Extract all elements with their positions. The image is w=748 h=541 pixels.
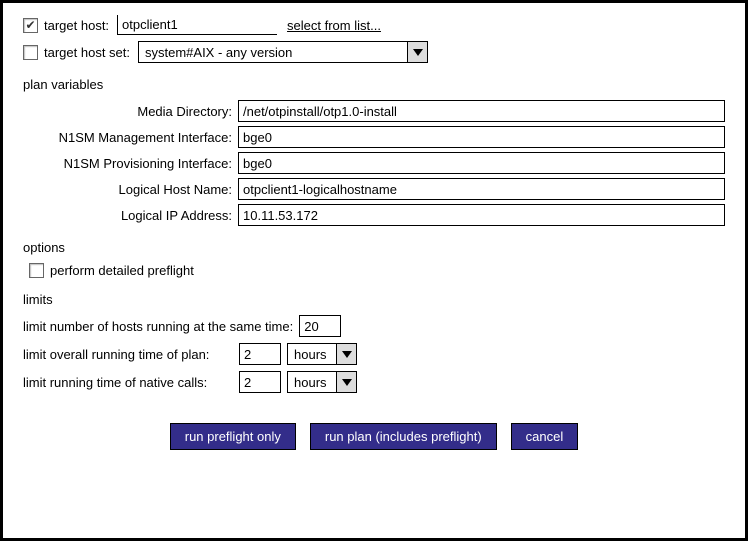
pv-label: Media Directory: (23, 104, 238, 119)
select-from-list-link[interactable]: select from list... (287, 18, 381, 33)
detailed-preflight-checkbox[interactable] (29, 263, 44, 278)
logical-hostname-input[interactable] (238, 178, 725, 200)
target-hostset-checkbox[interactable] (23, 45, 38, 60)
n1sm-prov-input[interactable] (238, 152, 725, 174)
pv-row-media: Media Directory: (23, 100, 725, 122)
dialog-frame: target host: select from list... target … (0, 0, 748, 541)
pv-label: Logical IP Address: (23, 208, 238, 223)
options-header: options (23, 240, 725, 255)
pv-row-lhost: Logical Host Name: (23, 178, 725, 200)
chevron-down-icon[interactable] (336, 372, 356, 392)
n1sm-mgmt-input[interactable] (238, 126, 725, 148)
limits-native-input[interactable] (239, 371, 281, 393)
limits-overall-input[interactable] (239, 343, 281, 365)
limits-overall-unit-value: hours (288, 344, 336, 364)
limits-native-unit-value: hours (288, 372, 336, 392)
limits-overall-row: limit overall running time of plan: hour… (23, 343, 725, 365)
target-host-label: target host: (44, 18, 109, 33)
target-hostset-row: target host set: system#AIX - any versio… (23, 41, 725, 63)
pv-row-lip: Logical IP Address: (23, 204, 725, 226)
pv-label: N1SM Provisioning Interface: (23, 156, 238, 171)
limits-overall-label: limit overall running time of plan: (23, 347, 233, 362)
plan-variables-header: plan variables (23, 77, 725, 92)
logical-ip-input[interactable] (238, 204, 725, 226)
limits-hosts-row: limit number of hosts running at the sam… (23, 315, 725, 337)
limits-native-label: limit running time of native calls: (23, 375, 233, 390)
cancel-button[interactable]: cancel (511, 423, 579, 450)
target-host-input[interactable] (117, 15, 277, 35)
target-hostset-label: target host set: (44, 45, 130, 60)
target-hostset-value: system#AIX - any version (139, 42, 407, 62)
button-row: run preflight only run plan (includes pr… (23, 423, 725, 450)
target-hostset-select[interactable]: system#AIX - any version (138, 41, 428, 63)
pv-row-mgmt: N1SM Management Interface: (23, 126, 725, 148)
pv-row-prov: N1SM Provisioning Interface: (23, 152, 725, 174)
detailed-preflight-label: perform detailed preflight (50, 263, 194, 278)
pv-label: Logical Host Name: (23, 182, 238, 197)
target-host-checkbox[interactable] (23, 18, 38, 33)
target-host-row: target host: select from list... (23, 15, 725, 35)
limits-native-unit-select[interactable]: hours (287, 371, 357, 393)
media-directory-input[interactable] (238, 100, 725, 122)
limits-overall-unit-select[interactable]: hours (287, 343, 357, 365)
pv-label: N1SM Management Interface: (23, 130, 238, 145)
chevron-down-icon[interactable] (336, 344, 356, 364)
limits-hosts-input[interactable] (299, 315, 341, 337)
limits-hosts-label: limit number of hosts running at the sam… (23, 319, 293, 334)
limits-header: limits (23, 292, 725, 307)
run-plan-button[interactable]: run plan (includes preflight) (310, 423, 497, 450)
run-preflight-button[interactable]: run preflight only (170, 423, 296, 450)
chevron-down-icon[interactable] (407, 42, 427, 62)
options-row: perform detailed preflight (29, 263, 725, 278)
limits-native-row: limit running time of native calls: hour… (23, 371, 725, 393)
